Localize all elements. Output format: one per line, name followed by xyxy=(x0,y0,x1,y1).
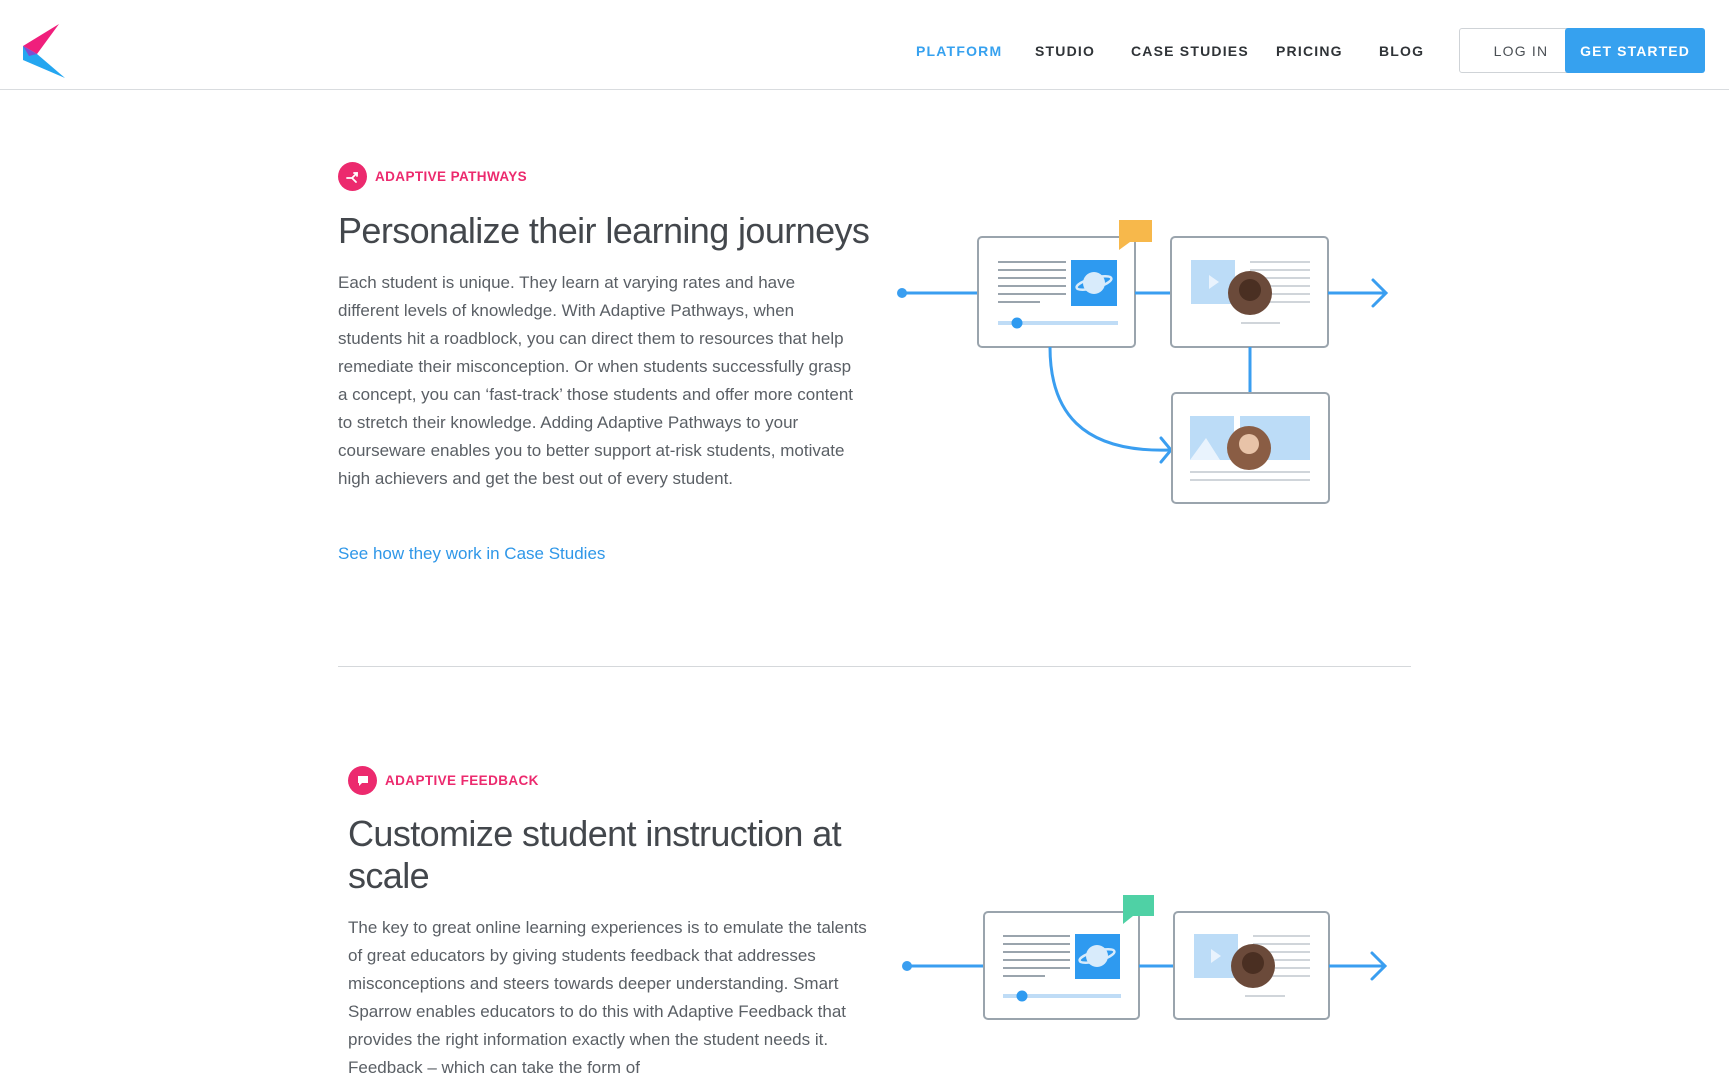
speech-bubble-icon xyxy=(348,766,377,795)
section-title: Customize student instruction at scale xyxy=(348,813,842,896)
nav-pricing[interactable]: PRICING xyxy=(1276,43,1343,59)
nav-blog[interactable]: BLOG xyxy=(1379,43,1424,59)
nav-case-studies[interactable]: CASE STUDIES xyxy=(1131,43,1249,59)
nav-studio[interactable]: STUDIO xyxy=(1035,43,1095,59)
logo[interactable] xyxy=(23,24,65,78)
case-studies-link[interactable]: See how they work in Case Studies xyxy=(338,544,605,564)
nav-platform[interactable]: PLATFORM xyxy=(916,43,1002,59)
section-body: The key to great online learning experie… xyxy=(348,918,867,1077)
get-started-button[interactable]: GET STARTED xyxy=(1565,28,1705,73)
section-body: Each student is unique. They learn at va… xyxy=(338,273,854,488)
adaptive-pathways-eyebrow: ADAPTIVE PATHWAYS xyxy=(338,162,527,191)
section-title: Personalize their learning journeys xyxy=(338,210,870,251)
adaptive-feedback-illustration xyxy=(902,895,1388,1020)
adaptive-pathways-illustration xyxy=(897,220,1389,504)
top-nav-bar: PLATFORM STUDIO CASE STUDIES PRICING BLO… xyxy=(0,0,1729,90)
adaptive-feedback-eyebrow: ADAPTIVE FEEDBACK xyxy=(348,766,539,795)
eyebrow-label: ADAPTIVE PATHWAYS xyxy=(375,169,528,184)
split-arrow-icon xyxy=(338,162,367,191)
section-divider xyxy=(338,666,1411,667)
eyebrow-label: ADAPTIVE FEEDBACK xyxy=(385,773,539,788)
